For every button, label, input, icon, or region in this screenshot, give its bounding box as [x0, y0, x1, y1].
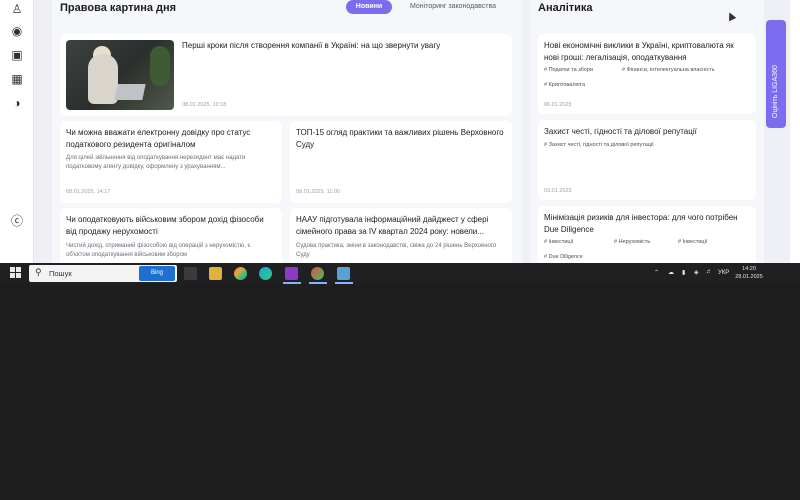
analytics-tag[interactable]: # Due Diligence — [544, 254, 583, 260]
news-card-excerpt: Для цілей звільнення від оподаткування н… — [66, 155, 246, 170]
analytics-title: Аналітика — [538, 2, 593, 14]
news-card-date: 08.01.2025, 14:17 — [66, 189, 111, 195]
battery-icon[interactable]: ▮ — [682, 269, 685, 276]
analytics-card-date: 03.01.2025 — [544, 188, 572, 194]
tab-legislation-monitoring[interactable]: Моніторинг законодавства — [398, 0, 508, 14]
news-card-date: 08.01.2025, 11:00 — [296, 189, 340, 195]
analytics-card-title[interactable]: Мінімізація ризиків для інвестора: для ч… — [544, 212, 750, 236]
globe-icon[interactable]: ◑ — [10, 96, 24, 110]
analytics-tag[interactable]: # Інвестиції — [678, 239, 707, 245]
user-icon[interactable]: ♙ — [10, 2, 24, 16]
language-indicator[interactable]: УКР — [718, 270, 729, 276]
search-icon: ⚲ — [35, 267, 42, 277]
search-placeholder: Пошук — [49, 269, 72, 278]
app-window-icon[interactable] — [337, 267, 350, 280]
analytics-tag[interactable]: # Фінанси, інтелектуальна власність — [622, 67, 715, 73]
clock-date: 28.01.2025 — [735, 274, 763, 280]
news-card-title[interactable]: ТОП-15 огляд практики та важливих рішень… — [296, 127, 504, 151]
taskbar-search-box[interactable]: ⚲ Пошук Bing — [29, 265, 177, 282]
news-card[interactable]: Чи можна вважати електронну довідку про … — [60, 121, 282, 203]
analytics-tag[interactable]: # Криптовалюта — [544, 82, 585, 88]
edge-icon[interactable] — [259, 267, 272, 280]
news-card-title[interactable]: Чи можна вважати електронну довідку про … — [66, 127, 274, 151]
left-navigation-rail: ♙ ◉ ▣ ▦ ◑ ⓒ — [0, 0, 34, 263]
windows-taskbar: ⚲ Пошук Bing ⌃ ☁ ▮ ◈ ♬ УКР 14:20 28.01.2… — [0, 263, 800, 284]
featured-news-card[interactable]: Перші кроки після створення компанії в У… — [60, 34, 512, 116]
news-card-title[interactable]: НААУ підготувала інформаційний дайджест … — [296, 214, 504, 238]
news-card[interactable]: НААУ підготувала інформаційний дайджест … — [290, 208, 512, 263]
featured-news-image — [66, 40, 174, 110]
analytics-card-title[interactable]: Нові економічні виклики в Україні, крипт… — [544, 40, 750, 64]
shield-icon[interactable]: ◉ — [10, 24, 24, 38]
analytics-card-title[interactable]: Захист честі, гідності та ділової репута… — [544, 126, 750, 138]
analytics-card-date: 06.01.2025 — [544, 102, 572, 108]
file-explorer-icon[interactable] — [209, 267, 222, 280]
app-icon[interactable] — [285, 267, 298, 280]
analytics-card[interactable]: Захист честі, гідності та ділової репута… — [538, 120, 756, 200]
news-card-title[interactable]: Чи оподатковують військовим збором дохід… — [66, 214, 274, 238]
calculator-icon[interactable]: ▦ — [10, 72, 24, 86]
search-promo[interactable]: Bing — [139, 266, 175, 281]
clock-time: 14:20 — [742, 266, 756, 272]
volume-icon[interactable]: ♬ — [706, 269, 712, 275]
featured-news-date: 08.01.2025, 10:18 — [182, 102, 227, 108]
feedback-button[interactable]: Оцініть LIGA360 — [766, 20, 786, 128]
news-card[interactable]: ТОП-15 огляд практики та важливих рішень… — [290, 121, 512, 203]
tab-news[interactable]: Новини — [346, 0, 392, 14]
cloud-icon[interactable]: ☁ — [668, 269, 674, 276]
help-icon[interactable]: ⓒ — [10, 214, 24, 228]
news-card-excerpt: Чистий дохід, отриманий фізособою від оп… — [66, 243, 251, 258]
analytics-tag[interactable]: # Податки та збори — [544, 67, 593, 73]
legal-news-panel: Правова картина дня Новини Моніторинг за… — [52, 0, 522, 263]
news-card[interactable]: Чи оподатковують військовим збором дохід… — [60, 208, 282, 263]
news-card-excerpt: Судова практика, зміни в законодавстві, … — [296, 243, 497, 258]
panel-title: Правова картина дня — [60, 2, 177, 14]
windows-start-icon[interactable] — [10, 267, 22, 279]
analytics-card[interactable]: Мінімізація ризиків для інвестора: для ч… — [538, 206, 756, 263]
chrome-window-icon[interactable] — [311, 267, 324, 280]
scrollbar[interactable] — [790, 0, 800, 263]
feedback-label: Оцініть LIGA360 — [772, 65, 779, 118]
analytics-panel: Аналітика Нові економічні виклики в Укра… — [530, 0, 764, 263]
chrome-icon[interactable] — [234, 267, 247, 280]
analytics-tag[interactable]: # Інвестиції — [544, 239, 573, 245]
analytics-tag[interactable]: # Нерухомість — [614, 239, 650, 245]
analytics-tag[interactable]: # Захист честі, гідності та ділової репу… — [544, 142, 654, 148]
chevron-up-icon[interactable]: ⌃ — [654, 269, 659, 276]
screen: ♙ ◉ ▣ ▦ ◑ ⓒ Правова картина дня Новини М… — [0, 0, 800, 500]
task-view-icon[interactable] — [184, 267, 197, 280]
featured-news-title[interactable]: Перші кроки після створення компанії в У… — [182, 40, 502, 52]
analytics-card[interactable]: Нові економічні виклики в Україні, крипт… — [538, 34, 756, 114]
document-icon[interactable]: ▣ — [10, 48, 24, 62]
taskbar-clock[interactable]: 14:20 28.01.2025 — [734, 265, 764, 281]
browser-app: ♙ ◉ ▣ ▦ ◑ ⓒ Правова картина дня Новини М… — [0, 0, 800, 263]
network-icon[interactable]: ◈ — [694, 269, 699, 276]
